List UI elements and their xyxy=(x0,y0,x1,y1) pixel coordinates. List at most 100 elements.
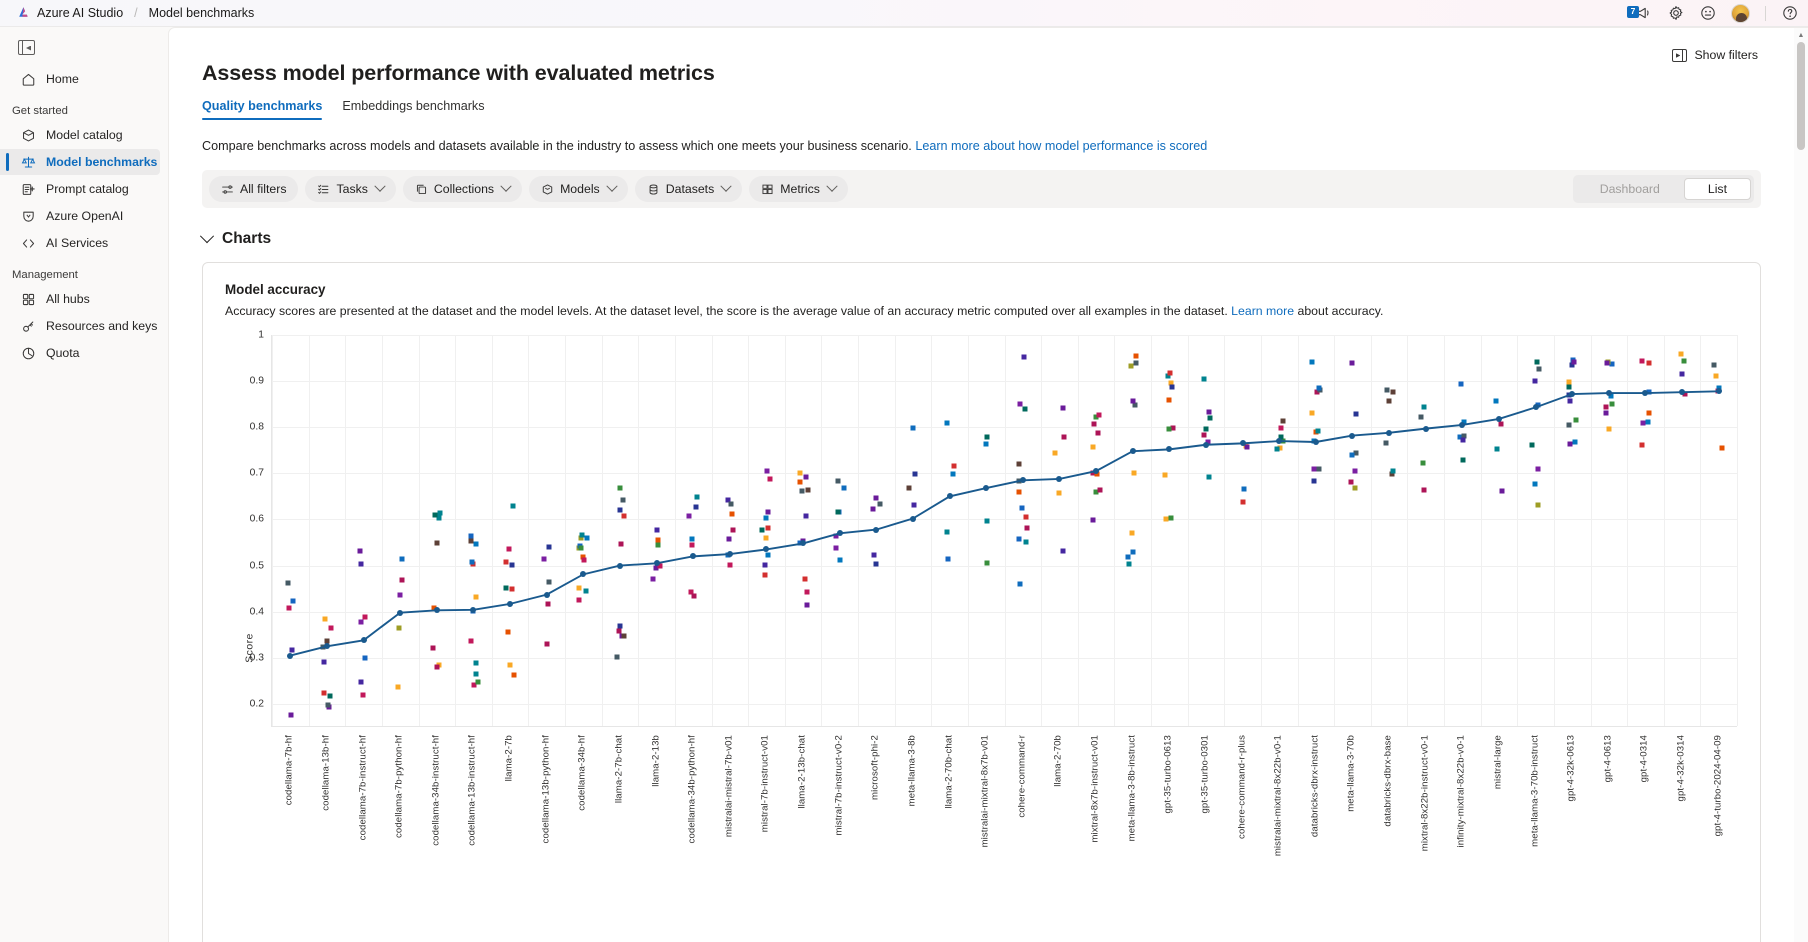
scatter-point[interactable] xyxy=(468,638,473,643)
scatter-point[interactable] xyxy=(1646,361,1651,366)
scatter-point[interactable] xyxy=(1421,461,1426,466)
scatter-point[interactable] xyxy=(946,556,951,561)
scatter-point[interactable] xyxy=(507,546,512,551)
scatter-point[interactable] xyxy=(1390,389,1395,394)
scatter-point[interactable] xyxy=(1167,370,1172,375)
scatter-point[interactable] xyxy=(945,421,950,426)
scatter-point[interactable] xyxy=(911,425,916,430)
scatter-point[interactable] xyxy=(396,685,401,690)
scatter-point[interactable] xyxy=(805,488,810,493)
scatter-point[interactable] xyxy=(510,504,515,509)
scatter-point[interactable] xyxy=(1348,480,1353,485)
help-icon[interactable] xyxy=(1781,5,1798,22)
scatter-point[interactable] xyxy=(1573,440,1578,445)
scatter-point[interactable] xyxy=(1202,376,1207,381)
scatter-point[interactable] xyxy=(1390,469,1395,474)
scatter-point[interactable] xyxy=(1603,411,1608,416)
scatter-point[interactable] xyxy=(1170,384,1175,389)
scatter-point[interactable] xyxy=(433,512,438,517)
scatter-point[interactable] xyxy=(906,485,911,490)
scatter-point[interactable] xyxy=(547,544,552,549)
sidebar-item-all-hubs[interactable]: All hubs xyxy=(0,286,160,312)
scatter-point[interactable] xyxy=(1098,488,1103,493)
scatter-point[interactable] xyxy=(1281,418,1286,423)
scatter-point[interactable] xyxy=(1534,359,1539,364)
scatter-point[interactable] xyxy=(1640,359,1645,364)
scatter-point[interactable] xyxy=(1131,399,1136,404)
sidebar-item-quota[interactable]: Quota xyxy=(0,340,160,366)
sidebar-item-azure-openai[interactable]: Azure OpenAI xyxy=(0,203,160,229)
scatter-point[interactable] xyxy=(546,602,551,607)
scatter-point[interactable] xyxy=(621,514,626,519)
line-data-point[interactable] xyxy=(1056,476,1062,482)
scatter-point[interactable] xyxy=(690,542,695,547)
scatter-point[interactable] xyxy=(798,479,803,484)
scatter-point[interactable] xyxy=(1127,562,1132,567)
scatter-point[interactable] xyxy=(1018,401,1023,406)
scatter-point[interactable] xyxy=(835,478,840,483)
sidebar-collapse-button[interactable] xyxy=(0,33,168,65)
scatter-point[interactable] xyxy=(1500,489,1505,494)
filter-models[interactable]: Models xyxy=(529,176,628,202)
scatter-point[interactable] xyxy=(655,542,660,547)
scatter-point[interactable] xyxy=(438,511,443,516)
scatter-point[interactable] xyxy=(654,527,659,532)
feedback-smiley-icon[interactable] xyxy=(1699,5,1716,22)
filter-collections[interactable]: Collections xyxy=(403,176,522,202)
sidebar-item-model-benchmarks[interactable]: Model benchmarks xyxy=(0,149,160,175)
scatter-point[interactable] xyxy=(1568,442,1573,447)
scatter-point[interactable] xyxy=(503,586,508,591)
scatter-point[interactable] xyxy=(1091,421,1096,426)
scatter-point[interactable] xyxy=(984,435,989,440)
line-data-point[interactable] xyxy=(580,571,586,577)
scatter-point[interactable] xyxy=(475,680,480,685)
scatter-point[interactable] xyxy=(765,525,770,530)
scatter-point[interactable] xyxy=(1567,398,1572,403)
scatter-point[interactable] xyxy=(651,576,656,581)
scatter-point[interactable] xyxy=(434,541,439,546)
scatter-point[interactable] xyxy=(509,586,514,591)
scatter-point[interactable] xyxy=(474,542,479,547)
scatter-point[interactable] xyxy=(765,469,770,474)
brand[interactable]: Azure AI Studio xyxy=(16,6,123,20)
scatter-point[interactable] xyxy=(1603,404,1608,409)
scatter-point[interactable] xyxy=(873,561,878,566)
scatter-point[interactable] xyxy=(871,552,876,557)
scatter-point[interactable] xyxy=(546,579,551,584)
scatter-point[interactable] xyxy=(1316,386,1321,391)
scatter-point[interactable] xyxy=(1571,359,1576,364)
scatter-point[interactable] xyxy=(800,488,805,493)
scatter-point[interactable] xyxy=(288,712,293,717)
scatter-point[interactable] xyxy=(1240,500,1245,505)
line-data-point[interactable] xyxy=(727,551,733,557)
scatter-point[interactable] xyxy=(1096,430,1101,435)
line-data-point[interactable] xyxy=(287,653,293,659)
scatter-point[interactable] xyxy=(618,623,623,628)
sidebar-item-model-catalog[interactable]: Model catalog xyxy=(0,122,160,148)
scatter-point[interactable] xyxy=(1421,405,1426,410)
line-data-point[interactable] xyxy=(873,527,879,533)
scatter-point[interactable] xyxy=(1461,438,1466,443)
scatter-point[interactable] xyxy=(1353,412,1358,417)
scatter-point[interactable] xyxy=(470,560,475,565)
scatter-point[interactable] xyxy=(1640,420,1645,425)
scatter-point[interactable] xyxy=(1353,468,1358,473)
sidebar-item-ai-services[interactable]: AI Services xyxy=(0,230,160,256)
scatter-point[interactable] xyxy=(1096,413,1101,418)
line-data-point[interactable] xyxy=(1020,477,1026,483)
scatter-point[interactable] xyxy=(763,562,768,567)
scatter-point[interactable] xyxy=(833,545,838,550)
scatter-point[interactable] xyxy=(322,617,327,622)
scatter-point[interactable] xyxy=(1681,358,1686,363)
scatter-point[interactable] xyxy=(1609,401,1614,406)
scatter-point[interactable] xyxy=(397,625,402,630)
line-data-point[interactable] xyxy=(1276,438,1282,444)
scatter-point[interactable] xyxy=(1713,373,1718,378)
scatter-point[interactable] xyxy=(1016,489,1021,494)
line-data-point[interactable] xyxy=(1716,388,1722,394)
scatter-point[interactable] xyxy=(730,528,735,533)
line-data-point[interactable] xyxy=(1349,433,1355,439)
scatter-point[interactable] xyxy=(363,656,368,661)
scatter-point[interactable] xyxy=(1533,379,1538,384)
scatter-point[interactable] xyxy=(582,558,587,563)
